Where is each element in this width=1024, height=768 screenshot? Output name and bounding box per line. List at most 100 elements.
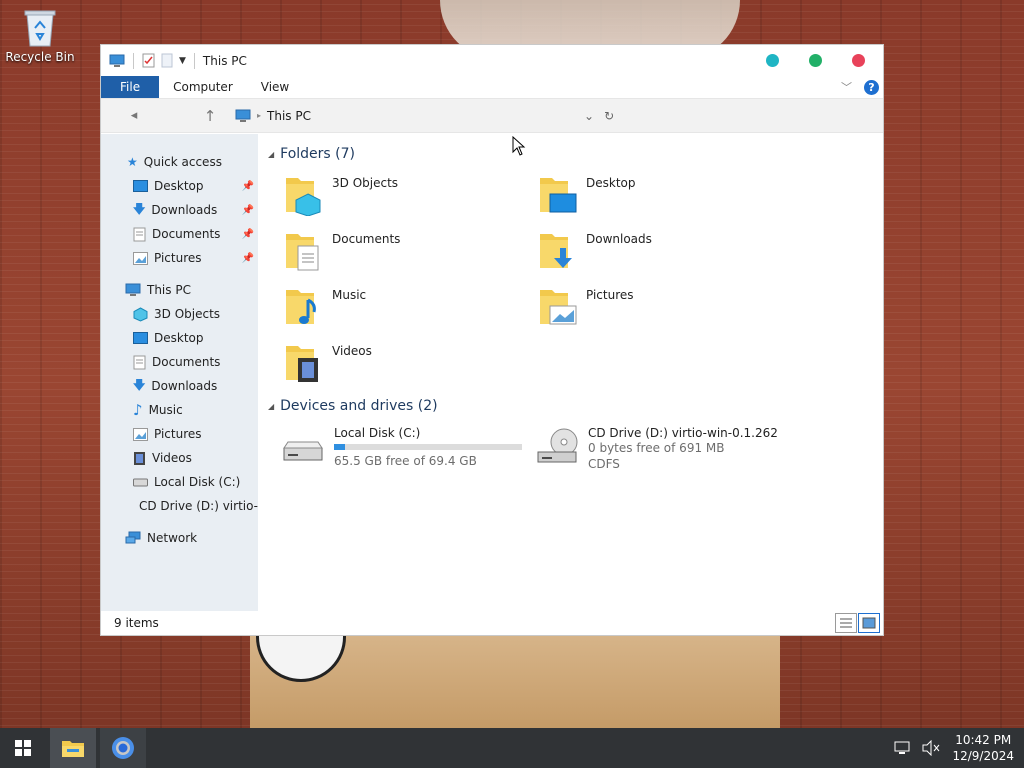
start-button[interactable] (0, 728, 46, 768)
documents-icon (133, 355, 146, 369)
windows-start-icon (15, 740, 31, 756)
file-explorer-icon (62, 741, 84, 757)
nav-quick-downloads[interactable]: 🡇 Downloads 📌 (101, 198, 258, 222)
music-folder-icon (286, 290, 316, 324)
collapse-caret-icon[interactable]: ◢ (268, 150, 274, 159)
videos-folder-icon (286, 346, 318, 382)
folders-group-header[interactable]: ◢ Folders (7) (268, 142, 883, 166)
videos-icon (134, 451, 145, 465)
folder-pictures[interactable]: Pictures (538, 284, 792, 332)
navigation-pane: ★ Quick access Desktop 📌 🡇 Downloads 📌 Doc… (101, 134, 258, 611)
window-title: This PC (202, 53, 247, 68)
minimize-button[interactable] (766, 54, 779, 67)
drive-local-disk[interactable]: Local Disk (C:) 65.5 GB free of 69.4 GB (280, 426, 534, 472)
taskbar-chrome[interactable] (100, 728, 146, 768)
downloads-folder-icon (540, 234, 572, 268)
system-clock[interactable]: 10:42 PM 12/9/2024 (952, 732, 1014, 764)
drive-name: CD Drive (D:) virtio-win-0.1.262 (588, 426, 778, 440)
devices-group-header[interactable]: ◢ Devices and drives (2) (268, 394, 883, 418)
tab-view[interactable]: View (247, 76, 303, 98)
address-bar: ◂ ↑ ▸ This PC ⌄ ↻ (101, 99, 883, 133)
drive-name: Local Disk (C:) (334, 426, 421, 440)
download-arrow-icon: 🡇 (133, 377, 146, 392)
back-icon[interactable]: ◂ (123, 108, 145, 123)
item-count: 9 items (114, 616, 159, 630)
desktop-icon (133, 180, 148, 192)
address-dropdown-icon[interactable]: ⌄ (584, 109, 594, 123)
up-icon[interactable]: ↑ (199, 107, 221, 125)
download-arrow-icon: 🡇 (133, 201, 146, 216)
music-note-icon: ♪ (133, 401, 143, 419)
folder-desktop[interactable]: Desktop (538, 172, 792, 220)
close-button[interactable] (852, 54, 865, 67)
nav-pc-cd-drive[interactable]: CD Drive (D:) virtio- (101, 494, 258, 518)
nav-pc-documents[interactable]: Documents (101, 350, 258, 374)
system-tray: 10:42 PM 12/9/2024 (894, 732, 1024, 764)
volume-muted-icon[interactable] (922, 740, 940, 756)
nav-pc-downloads[interactable]: 🡇 Downloads (101, 374, 258, 398)
large-icons-view-button[interactable] (858, 613, 880, 633)
pin-icon: 📌 (241, 228, 254, 240)
tab-file[interactable]: File (101, 76, 160, 98)
nav-network[interactable]: Network (101, 526, 258, 550)
hard-drive-icon (283, 441, 323, 461)
clock-date: 12/9/2024 (952, 749, 1014, 763)
nav-pc-music[interactable]: ♪ Music (101, 398, 258, 422)
star-icon: ★ (127, 155, 138, 169)
properties-icon[interactable] (142, 53, 155, 68)
drives-grid: Local Disk (C:) 65.5 GB free of 69.4 GB … (280, 426, 883, 472)
this-pc-icon (125, 283, 141, 296)
expand-ribbon-icon[interactable]: ﹀ (841, 79, 852, 95)
disk-usage-bar (334, 444, 522, 450)
folders-grid: 3D Objects Desktop Documents Downloads M… (284, 172, 883, 388)
address-path[interactable]: ▸ This PC (235, 109, 311, 123)
chrome-icon (112, 737, 134, 759)
customize-toolbar-icon[interactable]: ▼ (179, 56, 186, 66)
help-icon[interactable]: ? (864, 79, 879, 95)
nav-quick-documents[interactable]: Documents 📌 (101, 222, 258, 246)
recycle-bin-label: Recycle Bin (5, 50, 75, 64)
refresh-icon[interactable]: ↻ (604, 109, 614, 123)
nav-this-pc[interactable]: This PC (101, 278, 258, 302)
folder-3d-objects[interactable]: 3D Objects (284, 172, 538, 220)
maximize-button[interactable] (809, 54, 822, 67)
folder-downloads[interactable]: Downloads (538, 228, 792, 276)
details-view-button[interactable] (835, 613, 857, 633)
status-bar: 9 items (101, 611, 883, 635)
quick-access-toolbar: ▼ (109, 52, 197, 69)
drive-filesystem: CDFS (588, 457, 620, 471)
nav-pc-desktop[interactable]: Desktop (101, 326, 258, 350)
nav-pc-local-disk[interactable]: Local Disk (C:) (101, 470, 258, 494)
recycle-bin-icon (24, 10, 56, 47)
folder-documents[interactable]: Documents (284, 228, 538, 276)
desktop-icon (133, 332, 148, 344)
network-status-icon[interactable] (894, 740, 910, 756)
taskbar-file-explorer[interactable] (50, 728, 96, 768)
pictures-folder-icon (540, 290, 577, 325)
nav-quick-pictures[interactable]: Pictures 📌 (101, 246, 258, 270)
taskbar: 10:42 PM 12/9/2024 (0, 728, 1024, 768)
breadcrumb-arrow-icon[interactable]: ▸ (257, 111, 261, 120)
3d-objects-icon (133, 306, 148, 322)
pin-icon: 📌 (241, 204, 254, 216)
pin-icon: 📌 (241, 252, 254, 264)
drive-free-space: 0 bytes free of 691 MB (588, 441, 725, 455)
nav-pc-3d-objects[interactable]: 3D Objects (101, 302, 258, 326)
address-pc-icon (235, 109, 251, 122)
new-folder-icon[interactable] (161, 53, 173, 68)
tab-computer[interactable]: Computer (159, 76, 247, 98)
nav-pc-videos[interactable]: Videos (101, 446, 258, 470)
explorer-window: ▼ This PC File Computer View ﹀ ? ◂ ↑ ▸ T… (100, 44, 884, 636)
documents-folder-icon (286, 234, 319, 271)
collapse-caret-icon[interactable]: ◢ (268, 402, 274, 411)
nav-quick-access[interactable]: ★ Quick access (101, 150, 258, 174)
content-pane: ◢ Folders (7) 3D Objects Desktop Documen… (258, 134, 883, 611)
folder-music[interactable]: Music (284, 284, 538, 332)
nav-quick-desktop[interactable]: Desktop 📌 (101, 174, 258, 198)
folder-videos[interactable]: Videos (284, 340, 538, 388)
desktop-recycle-bin[interactable]: Recycle Bin (4, 8, 76, 64)
title-bar[interactable]: ▼ This PC (101, 45, 883, 76)
nav-pc-pictures[interactable]: Pictures (101, 422, 258, 446)
clock-time: 10:42 PM (955, 733, 1012, 747)
drive-cd[interactable]: CD Drive (D:) virtio-win-0.1.262 0 bytes… (534, 426, 788, 472)
